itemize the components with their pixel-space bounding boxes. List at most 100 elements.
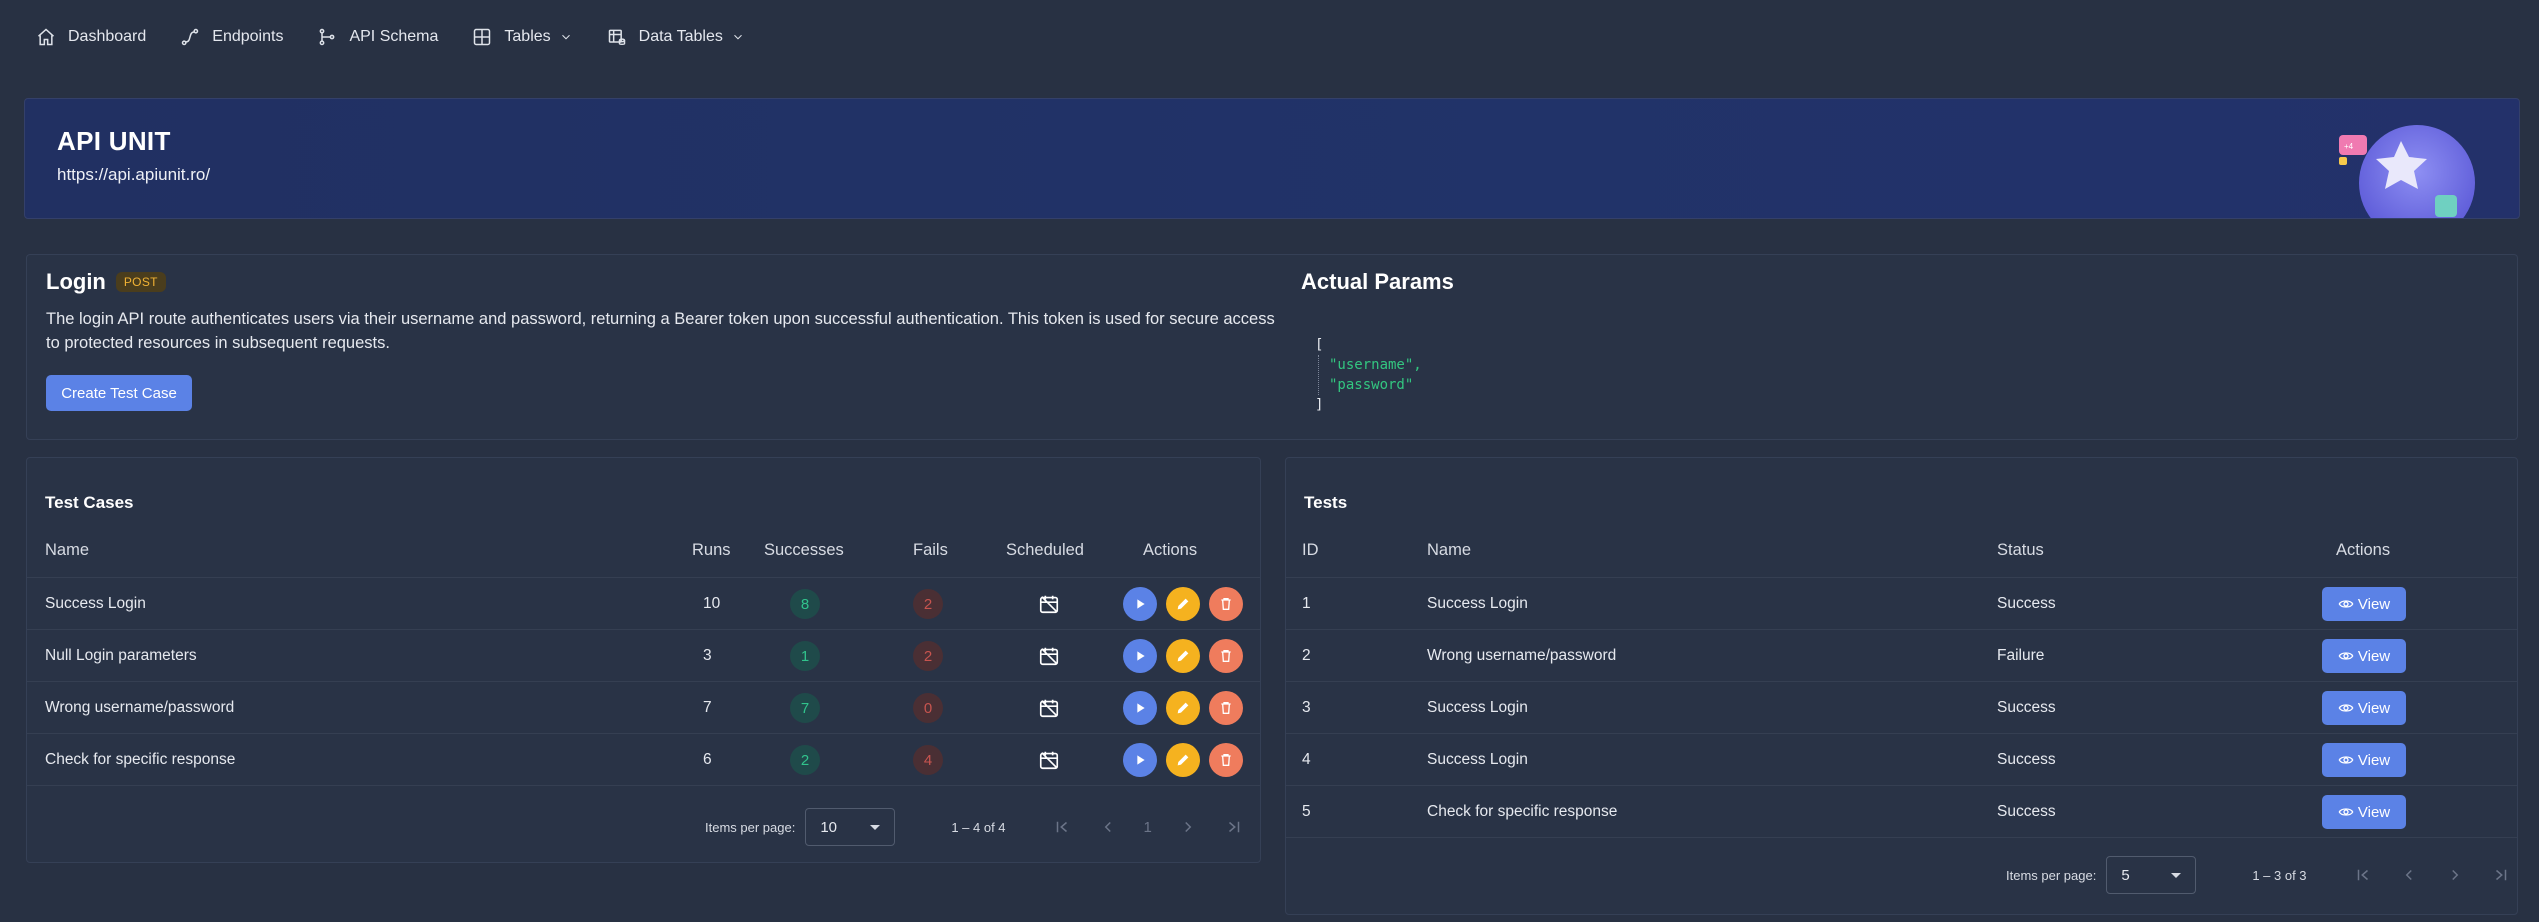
last-page-button[interactable]	[2491, 865, 2511, 885]
test-cases-pager: Items per page: 10 1 – 4 of 4 1	[705, 808, 1244, 846]
chevron-left-icon	[1104, 821, 1111, 833]
edit-button[interactable]	[1166, 691, 1200, 725]
edit-button[interactable]	[1166, 639, 1200, 673]
delete-button[interactable]	[1209, 639, 1243, 673]
table-row: 1 Success Login Success View	[1286, 578, 2517, 630]
nav-data-tables[interactable]: Data Tables	[607, 27, 745, 47]
caret-down-icon	[870, 824, 881, 830]
test-name: Success Login	[1427, 699, 1528, 716]
first-page-button[interactable]	[2353, 865, 2373, 885]
delete-button[interactable]	[1209, 743, 1243, 777]
col-runs-header: Runs	[692, 541, 731, 559]
test-name: Wrong username/password	[1427, 647, 1617, 664]
edit-button[interactable]	[1166, 743, 1200, 777]
table-row: Success Login 10 8 2	[27, 578, 1260, 630]
json-open-bracket: [	[1315, 337, 1324, 353]
successes-badge: 8	[790, 589, 820, 619]
nav-data-tables-label: Data Tables	[638, 28, 723, 45]
run-button[interactable]	[1123, 743, 1157, 777]
page-range: 1 – 4 of 4	[951, 819, 1006, 835]
calendar-off-icon[interactable]	[1038, 749, 1060, 771]
first-page-button[interactable]	[1052, 817, 1072, 837]
calendar-off-icon[interactable]	[1038, 697, 1060, 719]
delete-button[interactable]	[1209, 691, 1243, 725]
prev-page-button[interactable]	[1098, 817, 1118, 837]
nav-endpoints-label: Endpoints	[212, 28, 284, 45]
test-id: 1	[1302, 595, 1311, 612]
eye-icon	[2338, 756, 2354, 764]
last-page-icon	[2495, 869, 2506, 881]
test-name: Success Login	[1427, 595, 1528, 612]
route-icon	[182, 28, 199, 46]
col-name-header: Name	[45, 541, 90, 559]
chevron-right-icon	[2451, 869, 2458, 881]
calendar-off-icon[interactable]	[1038, 593, 1060, 615]
view-label: View	[2357, 699, 2391, 717]
project-title: API UNIT	[57, 126, 171, 156]
fails-badge: 0	[913, 693, 943, 723]
chevron-down-icon	[561, 34, 570, 40]
successes-badge: 7	[790, 693, 820, 723]
play-icon	[1137, 599, 1145, 609]
current-page: 1	[1143, 818, 1152, 836]
nav-api-schema[interactable]: API Schema	[317, 27, 438, 47]
calendar-off-icon[interactable]	[1038, 645, 1060, 667]
nav-tables[interactable]: Tables	[472, 27, 572, 47]
endpoint-card: Login POST The login API route authentic…	[26, 254, 2518, 440]
view-button[interactable]: View	[2322, 639, 2406, 673]
play-icon	[1137, 651, 1145, 661]
page-size-select[interactable]: 5	[2106, 856, 2197, 894]
create-test-case-button[interactable]: Create Test Case	[46, 375, 192, 411]
runs-count: 6	[703, 751, 712, 768]
view-label: View	[2357, 647, 2391, 665]
table-row: 2 Wrong username/password Failure View	[1286, 630, 2517, 682]
nav-dashboard[interactable]: Dashboard	[36, 27, 146, 47]
view-button[interactable]: View	[2322, 587, 2406, 621]
run-button[interactable]	[1123, 691, 1157, 725]
project-banner: API UNIT https://api.apiunit.ro/ +4	[24, 98, 2520, 219]
table-row: 5 Check for specific response Success Vi…	[1286, 786, 2517, 838]
test-case-name: Null Login parameters	[45, 647, 197, 664]
project-url: https://api.apiunit.ro/	[57, 165, 211, 184]
fails-badge: 4	[913, 745, 943, 775]
tests-title: Tests	[1304, 493, 1348, 512]
test-name: Success Login	[1427, 751, 1528, 768]
nav-endpoints[interactable]: Endpoints	[180, 27, 283, 47]
col-status-header: Status	[1997, 541, 2044, 559]
next-page-button[interactable]	[1178, 817, 1198, 837]
fails-badge: 2	[913, 641, 943, 671]
last-page-button[interactable]	[1224, 817, 1244, 837]
table-row: 3 Success Login Success View	[1286, 682, 2517, 734]
page-size-select[interactable]: 10	[805, 808, 896, 846]
table-row: Wrong username/password 7 7 0	[27, 682, 1260, 734]
json-items: "username", "password"	[1318, 355, 1422, 395]
schema-icon	[320, 28, 335, 46]
next-page-button[interactable]	[2445, 865, 2465, 885]
fails-badge: 2	[913, 589, 943, 619]
view-button[interactable]: View	[2322, 691, 2406, 725]
runs-count: 3	[703, 647, 712, 664]
view-label: View	[2357, 803, 2391, 821]
view-button[interactable]: View	[2322, 795, 2406, 829]
prev-page-button[interactable]	[2399, 865, 2419, 885]
play-icon	[1137, 703, 1145, 713]
table-row: Null Login parameters 3 1 2	[27, 630, 1260, 682]
last-page-icon	[1228, 821, 1240, 833]
eye-icon	[2338, 600, 2354, 608]
edit-button[interactable]	[1166, 587, 1200, 621]
nav-dashboard-label: Dashboard	[68, 28, 147, 45]
tests-card: Tests ID Name Status Actions 1 Success L…	[1285, 457, 2518, 915]
home-icon	[38, 28, 54, 46]
pencil-icon	[1177, 650, 1189, 662]
view-button[interactable]: View	[2322, 743, 2406, 777]
endpoint-header: Login POST	[46, 269, 166, 295]
delete-button[interactable]	[1209, 587, 1243, 621]
trash-icon	[1221, 598, 1231, 610]
items-per-page-label: Items per page:	[705, 819, 796, 835]
run-button[interactable]	[1123, 639, 1157, 673]
col-id-header: ID	[1302, 541, 1319, 559]
table-row: 4 Success Login Success View	[1286, 734, 2517, 786]
run-button[interactable]	[1123, 587, 1157, 621]
eye-icon	[2338, 652, 2354, 660]
page-size-value: 10	[820, 818, 838, 836]
